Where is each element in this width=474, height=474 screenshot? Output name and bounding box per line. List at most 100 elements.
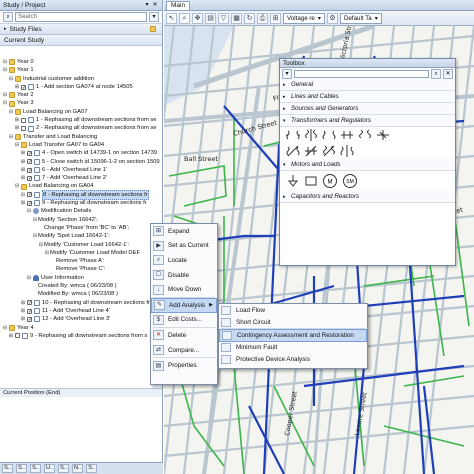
tree-row[interactable]: ⊞ 6 - Add 'Overhead Line 1' — [0, 166, 162, 174]
study-files-header[interactable]: ▸ Study Files — [0, 24, 162, 35]
tree-row[interactable]: ⊞ 7 - Add 'Overhead Line 2' — [0, 174, 162, 182]
tree-row[interactable]: ⊞ 10 - Rephasing all downstream sections … — [0, 299, 162, 307]
expand-icon[interactable]: ⊞ — [20, 149, 26, 157]
checkbox[interactable] — [27, 167, 32, 173]
collapse-icon[interactable]: ⊟ — [2, 58, 8, 66]
tree-row[interactable]: ⊞ 11 - Add 'Overhead Line 4' — [0, 307, 162, 315]
search-icon[interactable]: ⌕ — [3, 12, 13, 22]
regulator-symbol-icon[interactable] — [340, 145, 354, 157]
load-box-symbol-icon[interactable] — [304, 175, 318, 187]
tree-row[interactable]: ⊟ Modify 'Section 16642': — [0, 216, 162, 224]
submenu-item-contingency[interactable]: Contingency Assessment and Restoration — [219, 329, 367, 342]
expand-icon[interactable]: ⊞ — [14, 116, 20, 124]
tree-row[interactable]: ⊟ Year 3 — [0, 99, 162, 107]
checkbox[interactable] — [27, 192, 32, 198]
tree-row[interactable]: ⊞ 12 - Add 'Overhead Line 3' — [0, 315, 162, 323]
transformer-symbol-icon[interactable] — [358, 129, 372, 141]
clear-icon[interactable]: ✕ — [443, 68, 453, 79]
checkbox[interactable] — [27, 200, 32, 206]
tree-row[interactable]: ⊟ Modify 'Spot Load 16642-1': — [0, 232, 162, 240]
tree-row[interactable]: ⊞ 9 - Rephasing all downstream sections f… — [0, 332, 162, 340]
checkbox[interactable] — [27, 300, 32, 306]
expand-icon[interactable]: ⊞ — [14, 124, 20, 132]
pan-icon[interactable]: ✥ — [192, 12, 203, 24]
transformer-symbol-icon[interactable] — [322, 129, 336, 141]
collapse-icon[interactable]: ⊟ — [14, 141, 20, 149]
search-icon[interactable]: ⌕ — [431, 68, 441, 79]
category-lines-cables[interactable]: ▸ Lines and Cables — [280, 91, 455, 103]
expand-icon[interactable]: ⊞ — [20, 199, 26, 207]
collapse-icon[interactable]: ⊟ — [26, 207, 32, 215]
checkbox[interactable] — [21, 84, 26, 90]
checkbox[interactable] — [27, 175, 32, 181]
tree-row[interactable]: Remove 'Phase C': — [0, 265, 162, 273]
regulator-symbol-icon[interactable] — [304, 145, 318, 157]
tree-row[interactable]: Created By: wmca ( 06/23/08 ) — [0, 282, 162, 290]
tree-row[interactable]: ⊟ Year 0 — [0, 58, 162, 66]
regulator-symbol-icon[interactable] — [322, 145, 336, 157]
menu-item-locate[interactable]: ⌕ Locate — [151, 253, 217, 268]
search-options-icon[interactable]: ▾ — [149, 12, 159, 22]
tree-row[interactable]: ⊟ Year 1 — [0, 66, 162, 74]
load-arrow-symbol-icon[interactable] — [286, 175, 300, 187]
search-input[interactable]: Search — [15, 12, 147, 22]
transformer-symbol-icon[interactable] — [304, 129, 318, 141]
regulator-symbol-icon[interactable] — [286, 145, 300, 157]
category-motors-loads[interactable]: ▾ Motors and Loads — [280, 159, 455, 171]
tree-row[interactable]: ⊟ Industrial customer addition — [0, 75, 162, 83]
checkbox[interactable] — [27, 150, 32, 156]
checkbox[interactable] — [27, 159, 32, 165]
category-transformers-regulators[interactable]: ▾ Transformers and Regulators — [280, 115, 455, 127]
collapse-icon[interactable]: ⊟ — [8, 75, 14, 83]
collapse-icon[interactable]: ⊟ — [8, 133, 14, 141]
pin-icon[interactable]: ▾ — [143, 1, 151, 9]
tree-row[interactable]: ⊞ 5 - Close switch id 15096-1-2 on sectio… — [0, 158, 162, 166]
checkbox[interactable] — [15, 333, 20, 339]
bottom-tab[interactable]: S.. — [58, 464, 70, 473]
menu-item-compare[interactable]: ⇄ Compare... — [151, 343, 217, 358]
category-general[interactable]: ▸ General — [280, 79, 455, 91]
motor-symbol-icon[interactable]: M — [322, 173, 338, 189]
tree-row[interactable]: ⊟ Year 4 — [0, 324, 162, 332]
expand-icon[interactable]: ⊞ — [20, 299, 26, 307]
layers-icon[interactable]: ▤ — [205, 12, 216, 24]
expand-icon[interactable]: ⊞ — [20, 307, 26, 315]
current-study-header[interactable]: Current Study — [0, 35, 162, 46]
grid-icon[interactable]: ▦ — [231, 12, 242, 24]
menu-item-edit-costs[interactable]: $ Edit Costs... — [151, 313, 217, 328]
feeder-line[interactable] — [363, 294, 465, 308]
menu-item-expand[interactable]: ⊞ Expand — [151, 224, 217, 239]
collapse-icon[interactable]: ⊟ — [2, 66, 8, 74]
zoom-icon[interactable]: ⌕ — [179, 12, 190, 24]
transformer-symbol-icon[interactable] — [340, 129, 354, 141]
menu-item-properties[interactable]: ▤ Properties — [151, 358, 217, 373]
tree-row[interactable]: ⊟ Modify 'Customer Load 16642-1': — [0, 241, 162, 249]
menu-item-delete[interactable]: ✕ Delete — [151, 328, 217, 343]
menu-item-add-analysis[interactable]: ✎ Add Analysis ▶ — [151, 297, 217, 313]
expand-icon[interactable]: ⊞ — [20, 158, 26, 166]
collapse-icon[interactable]: ⊟ — [14, 182, 20, 190]
expand-icon[interactable]: ⊞ — [20, 166, 26, 174]
submenu-item-minimum-fault[interactable]: Minimum Fault — [219, 342, 367, 354]
category-sources-generators[interactable]: ▸ Sources and Generators — [280, 103, 455, 115]
tree-row[interactable]: ⊟8 - Rephasing all downstream sections f… — [0, 189, 162, 201]
select-tool-icon[interactable]: ↖ — [166, 12, 177, 24]
menu-item-set-current[interactable]: ▶ Set as Current — [151, 239, 217, 254]
settings-icon[interactable]: ⚙ — [326, 12, 338, 24]
collapse-icon[interactable]: ⊟ — [2, 91, 8, 99]
tree-row[interactable]: Modified By: wmca ( 06/23/08 ) — [0, 290, 162, 298]
tree-row[interactable]: ⊞ 4 - Open switch id 14739-1 on section 1… — [0, 149, 162, 157]
tab-main[interactable]: Main — [166, 1, 191, 10]
checkbox[interactable] — [21, 117, 26, 123]
tree-row[interactable]: ⊟ Load Balancing on GA07 — [0, 108, 162, 116]
toolbox-search-input[interactable] — [294, 69, 429, 78]
close-icon[interactable]: ✕ — [151, 1, 159, 9]
menu-item-move-down[interactable]: ↓ Move Down — [151, 282, 217, 297]
expand-icon[interactable]: ⊞ — [14, 83, 20, 91]
collapse-icon[interactable]: ⊟ — [2, 324, 8, 332]
tree-row[interactable]: Change 'Phase' from 'BC' to 'AB': — [0, 224, 162, 232]
tree-row[interactable]: ⊞ 1 - Rephasing all downstream sections f… — [0, 116, 162, 124]
submenu-item-protective-device[interactable]: Protective Device Analysis — [219, 354, 367, 366]
expand-icon[interactable]: ⊞ — [8, 332, 14, 340]
tree-row[interactable]: ⊟ User Information — [0, 274, 162, 282]
